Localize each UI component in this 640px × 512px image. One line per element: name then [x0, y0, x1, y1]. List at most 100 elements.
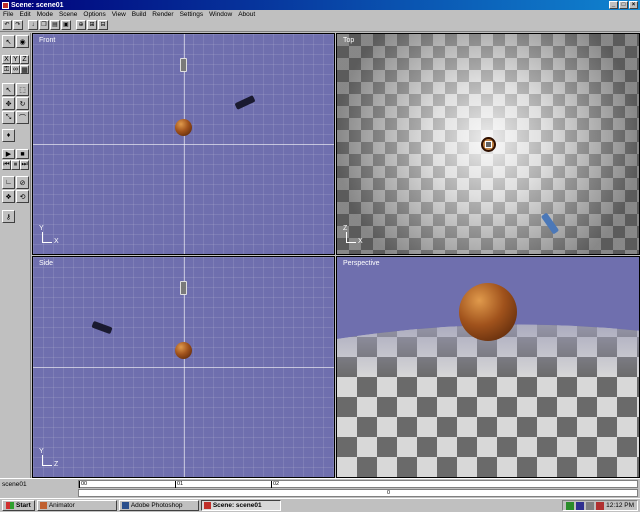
axis-line-horizontal: [33, 144, 334, 145]
sphere-object[interactable]: [175, 342, 192, 359]
alert-icon[interactable]: [596, 501, 605, 510]
tool-palette: ↖ ◉ X Y Z ⚿ ∞ ▦ ↖ ⬚ ✥ ↻ ⤡ ⌒ ♦ ▶ ■ ⏮ ⏸ ⏭ …: [0, 33, 31, 478]
menu-mode[interactable]: Mode: [37, 11, 53, 18]
fit-view-icon[interactable]: ⊞: [87, 20, 97, 30]
photoshop-icon: [121, 502, 129, 509]
viewport-top[interactable]: Top Z X: [336, 33, 640, 255]
scene-name-field[interactable]: scene01: [2, 481, 72, 489]
zoom-icon[interactable]: ⊕: [76, 20, 86, 30]
volume-icon[interactable]: [586, 501, 595, 510]
current-frame: 0: [387, 490, 391, 496]
grid-icon[interactable]: ▦: [20, 65, 29, 74]
toolbar: ↶ ↷ ↓ ❐ ▤ ▣ ⊕ ⊞ ⊟: [0, 19, 640, 32]
clock[interactable]: 12:12 PM: [606, 502, 634, 509]
network-icon[interactable]: [566, 501, 575, 510]
windows-logo-icon: [6, 502, 14, 509]
task-scene[interactable]: Scene: scene01: [200, 500, 281, 511]
import-icon[interactable]: ↓: [28, 20, 38, 30]
paste-icon[interactable]: ▤: [50, 20, 60, 30]
move-icon[interactable]: ✥: [2, 97, 15, 110]
system-tray: 12:12 PM: [562, 500, 638, 511]
scene-app-icon: [203, 502, 211, 509]
menu-settings[interactable]: Settings: [180, 11, 204, 18]
menu-file[interactable]: File: [3, 11, 13, 18]
window-controls: _ □ ×: [609, 1, 638, 9]
render-icon[interactable]: ▣: [61, 20, 71, 30]
pause-icon[interactable]: ⏸: [11, 160, 20, 170]
tick-label: 00: [79, 481, 88, 488]
stop-icon[interactable]: ■: [16, 149, 29, 159]
camera-icon[interactable]: [234, 95, 256, 110]
light-icon[interactable]: [180, 281, 187, 295]
taskbar: Start Animator Adobe Photoshop Scene: sc…: [0, 498, 640, 512]
axis-gizmo: Y Z: [39, 448, 59, 468]
menu-bar: File Edit Mode Scene Options View Build …: [0, 10, 640, 19]
title-bar: Scene: scene01 _ □ ×: [0, 0, 640, 10]
task-photoshop[interactable]: Adobe Photoshop: [118, 500, 199, 511]
material-icon[interactable]: ❖: [2, 190, 15, 203]
copy-icon[interactable]: ❐: [39, 20, 49, 30]
menu-options[interactable]: Options: [83, 11, 105, 18]
scale-icon[interactable]: ⤡: [2, 111, 15, 124]
light-icon[interactable]: [180, 58, 187, 72]
axis-y-button[interactable]: Y: [11, 55, 20, 64]
start-button[interactable]: Start: [2, 500, 35, 511]
camera-icon[interactable]: [91, 320, 113, 335]
minimize-button[interactable]: _: [609, 1, 618, 9]
menu-window[interactable]: Window: [209, 11, 232, 18]
viewport-front[interactable]: Front Y X: [32, 33, 335, 255]
app-window: Scene: scene01 _ □ × File Edit Mode Scen…: [0, 0, 640, 512]
paint-icon[interactable]: ♦: [2, 129, 15, 142]
menu-view[interactable]: View: [112, 11, 126, 18]
animator-icon: [39, 502, 47, 509]
key-icon[interactable]: ⚷: [2, 210, 15, 223]
refresh-icon[interactable]: ⟲: [16, 190, 29, 203]
menu-edit[interactable]: Edit: [19, 11, 30, 18]
box-select-icon[interactable]: ⬚: [16, 83, 29, 96]
sphere-object[interactable]: [175, 119, 192, 136]
viewport-perspective[interactable]: Perspective: [336, 256, 640, 478]
menu-about[interactable]: About: [238, 11, 255, 18]
link-icon[interactable]: ∞: [11, 65, 20, 74]
play-icon[interactable]: ▶: [2, 149, 15, 159]
viewport-label: Front: [39, 37, 56, 44]
select-arrow-icon[interactable]: ↖: [2, 35, 15, 48]
viewport-label: Top: [343, 37, 355, 44]
menu-render[interactable]: Render: [152, 11, 173, 18]
window-title: Scene: scene01: [11, 1, 64, 9]
viewport-label: Perspective: [343, 260, 380, 267]
tick-label: 02: [271, 481, 280, 488]
menu-build[interactable]: Build: [132, 11, 146, 18]
sphere-object[interactable]: [459, 283, 517, 341]
lock-icon[interactable]: ⚿: [2, 65, 11, 74]
viewport-side[interactable]: Side Y Z: [32, 256, 335, 478]
axis-x-button[interactable]: X: [2, 55, 11, 64]
axis-z-button[interactable]: Z: [20, 55, 29, 64]
maximize-button[interactable]: □: [619, 1, 628, 9]
monitor-icon[interactable]: [576, 501, 585, 510]
frame-bar[interactable]: 0: [78, 489, 638, 497]
fast-forward-icon[interactable]: ⏭: [20, 160, 29, 170]
rotate-icon[interactable]: ↻: [16, 97, 29, 110]
task-animator[interactable]: Animator: [36, 500, 117, 511]
close-button[interactable]: ×: [629, 1, 638, 9]
light-icon[interactable]: [485, 141, 492, 148]
tick-label: 01: [175, 481, 184, 488]
timeline-ruler[interactable]: 00 01 02: [78, 480, 638, 488]
layout-icon[interactable]: ⊟: [98, 20, 108, 30]
camera-icon[interactable]: [540, 212, 560, 235]
axis-gizmo: Y X: [39, 225, 59, 245]
bend-icon[interactable]: ⌒: [16, 111, 29, 124]
axis-gizmo-icon[interactable]: ∟: [2, 176, 15, 189]
rewind-icon[interactable]: ⏮: [2, 160, 11, 170]
menu-scene[interactable]: Scene: [59, 11, 77, 18]
app-icon: [2, 1, 9, 9]
deform-icon[interactable]: ⊘: [16, 176, 29, 189]
pointer-icon[interactable]: ↖: [2, 83, 15, 96]
axis-line-horizontal: [33, 367, 334, 368]
axis-gizmo: Z X: [343, 225, 363, 245]
eye-icon[interactable]: ◉: [16, 35, 29, 48]
timeline: scene01 00 01 02 0: [0, 478, 640, 498]
redo-icon[interactable]: ↷: [13, 20, 23, 30]
undo-icon[interactable]: ↶: [2, 20, 12, 30]
